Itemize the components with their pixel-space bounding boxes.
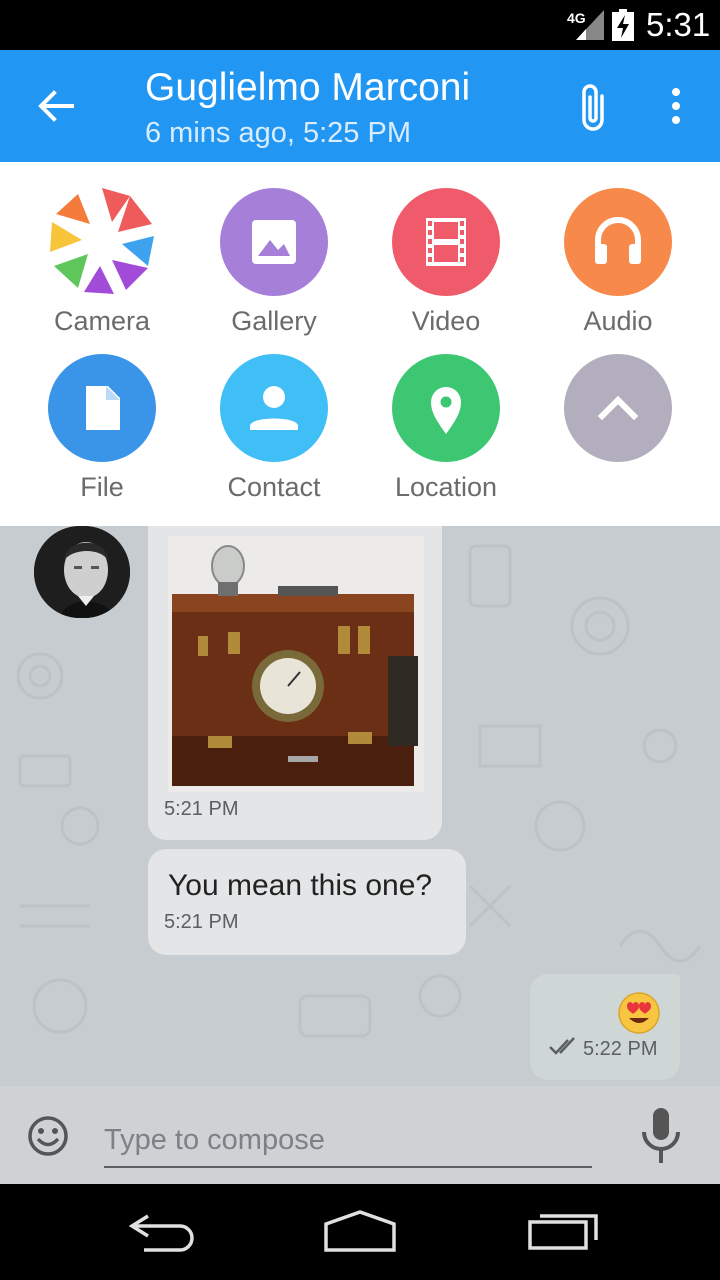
message-time: 5:21 PM: [164, 911, 239, 933]
attach-location-button[interactable]: Location: [361, 354, 531, 503]
attach-label: File: [80, 472, 124, 502]
nav-home-icon[interactable]: [322, 1206, 398, 1256]
compose-bar: [0, 1086, 720, 1184]
image-icon: [220, 188, 328, 296]
message-input[interactable]: [104, 1114, 592, 1168]
heart-eyes-emoji-icon: [618, 992, 660, 1034]
attach-contact-button[interactable]: Contact: [189, 354, 359, 503]
photo-message-bubble[interactable]: 5:21 PM: [148, 526, 442, 840]
attach-label: Location: [394, 472, 498, 502]
person-icon: [220, 354, 328, 462]
collapse-attach-button[interactable]: [533, 354, 703, 462]
chat-header: Guglielmo Marconi 6 mins ago, 5:25 PM: [0, 50, 720, 162]
status-clock: 5:31: [646, 6, 711, 43]
file-icon: [48, 354, 156, 462]
more-vert-icon[interactable]: [660, 84, 692, 128]
film-icon: [392, 188, 500, 296]
paperclip-icon[interactable]: [574, 82, 612, 134]
nav-recents-icon[interactable]: [526, 1206, 600, 1256]
contact-name[interactable]: Guglielmo Marconi: [145, 66, 470, 110]
attach-menu: Camera Gallery Video Audio File Contact …: [0, 162, 720, 526]
message-time: 5:21 PM: [164, 798, 239, 820]
camera-icon: [48, 188, 156, 296]
attach-file-button[interactable]: File: [17, 354, 187, 503]
status-bar: 4G 5:31: [0, 0, 720, 50]
system-nav-bar: [0, 1184, 720, 1280]
attach-camera-button[interactable]: Camera: [17, 188, 187, 337]
attach-label: Camera: [53, 306, 151, 336]
nav-back-icon[interactable]: [124, 1206, 196, 1256]
microphone-icon[interactable]: [636, 1106, 686, 1166]
message-text: You mean this one?: [168, 869, 433, 902]
message-time: 5:22 PM: [583, 1038, 658, 1060]
text-message-bubble[interactable]: You mean this one? 5:21 PM: [148, 849, 466, 955]
signal-icon: [576, 10, 604, 40]
headphones-icon: [564, 188, 672, 296]
attach-label: Contact: [227, 472, 321, 502]
message-list[interactable]: 5:21 PM You mean this one? 5:21 PM 5:22 …: [0, 526, 720, 1086]
attach-label: Audio: [583, 306, 653, 336]
attach-gallery-button[interactable]: Gallery: [189, 188, 359, 337]
back-arrow-icon[interactable]: [36, 86, 76, 126]
message-photo[interactable]: [168, 536, 424, 792]
location-pin-icon: [392, 354, 500, 462]
outgoing-message-bubble[interactable]: 5:22 PM: [530, 974, 680, 1080]
last-seen-status: 6 mins ago, 5:25 PM: [145, 117, 411, 149]
attach-video-button[interactable]: Video: [361, 188, 531, 337]
attach-label: Gallery: [231, 306, 317, 336]
contact-avatar[interactable]: [34, 526, 130, 618]
read-receipt-icon: [549, 1037, 575, 1055]
battery-charging-icon: [612, 9, 634, 41]
chevron-up-icon: [564, 354, 672, 462]
attach-audio-button[interactable]: Audio: [533, 188, 703, 337]
attach-label: Video: [411, 306, 481, 336]
emoji-icon[interactable]: [26, 1114, 70, 1158]
